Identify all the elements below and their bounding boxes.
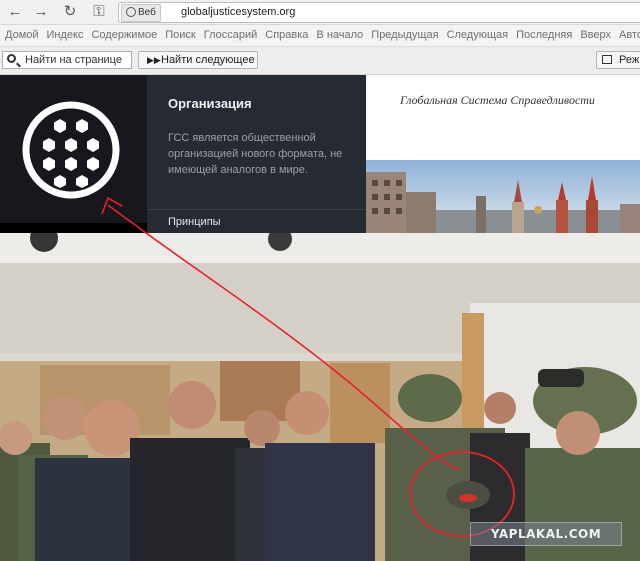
watermark: YAPLAKAL.COM xyxy=(470,522,622,546)
web-badge-label: Веб xyxy=(138,7,156,18)
address-bar[interactable]: Веб globaljusticesystem.org xyxy=(118,2,640,23)
web-badge[interactable]: Веб xyxy=(121,4,161,22)
menu-item-next[interactable]: Следующая xyxy=(442,25,512,46)
organization-description: ГСС является общественной организацией н… xyxy=(168,132,343,176)
find-next-button[interactable]: ▶▶ Найти следующее xyxy=(138,51,258,69)
menu-item-last[interactable]: Последняя xyxy=(511,25,575,46)
logo-panel xyxy=(0,75,147,223)
hexagon-logo-icon[interactable] xyxy=(22,101,120,199)
search-icon xyxy=(7,54,16,63)
document-icon xyxy=(602,55,612,64)
logo-panel-strip xyxy=(0,223,147,233)
menu-bar: Домой Индекс Содержимое Поиск Глоссарий Справ… xyxy=(0,25,640,47)
menu-item-index[interactable]: Индекс xyxy=(42,25,87,46)
menu-item-previous[interactable]: Предыдущая xyxy=(366,25,441,46)
menu-item-home[interactable]: Домой xyxy=(0,25,42,46)
organization-title: Организация xyxy=(168,96,252,111)
find-next-label: Найти следующее xyxy=(161,54,255,66)
site-tagline: Глобальная Система Справедливости xyxy=(400,93,595,107)
city-skyline-image xyxy=(366,160,640,233)
mode-button-label: Режи xyxy=(619,54,640,66)
menu-item-first[interactable]: В начало xyxy=(311,25,366,46)
divider xyxy=(147,209,366,210)
press-photo xyxy=(0,233,640,561)
globe-icon xyxy=(126,7,136,17)
url-text[interactable]: globaljusticesystem.org xyxy=(181,3,295,22)
fast-forward-icon: ▶▶ xyxy=(147,55,161,65)
back-icon[interactable]: ← xyxy=(4,2,26,22)
mode-button[interactable]: Режи xyxy=(596,51,640,69)
forward-icon[interactable]: → xyxy=(30,2,52,22)
browser-nav-bar: ← → ↻ ⚿ Веб globaljusticesystem.org xyxy=(0,0,640,25)
organization-panel: Организация ГСС является общественной ор… xyxy=(147,75,366,233)
reload-icon[interactable]: ↻ xyxy=(59,2,81,22)
menu-item-search[interactable]: Поиск xyxy=(160,25,198,46)
key-icon[interactable]: ⚿ xyxy=(88,2,110,22)
find-bar: Найти на странице ▶▶ Найти следующее Реж… xyxy=(0,47,640,75)
find-in-page-input[interactable]: Найти на странице xyxy=(2,51,132,69)
menu-item-author[interactable]: Автор xyxy=(614,25,640,46)
menu-item-help[interactable]: Справка xyxy=(260,25,311,46)
menu-item-up[interactable]: Вверх xyxy=(575,25,614,46)
principles-link[interactable]: Принципы xyxy=(168,216,221,228)
menu-item-glossary[interactable]: Глоссарий xyxy=(199,25,261,46)
find-placeholder: Найти на странице xyxy=(25,54,122,66)
menu-item-contents[interactable]: Содержимое xyxy=(86,25,160,46)
website-header: Организация ГСС является общественной ор… xyxy=(0,75,640,233)
